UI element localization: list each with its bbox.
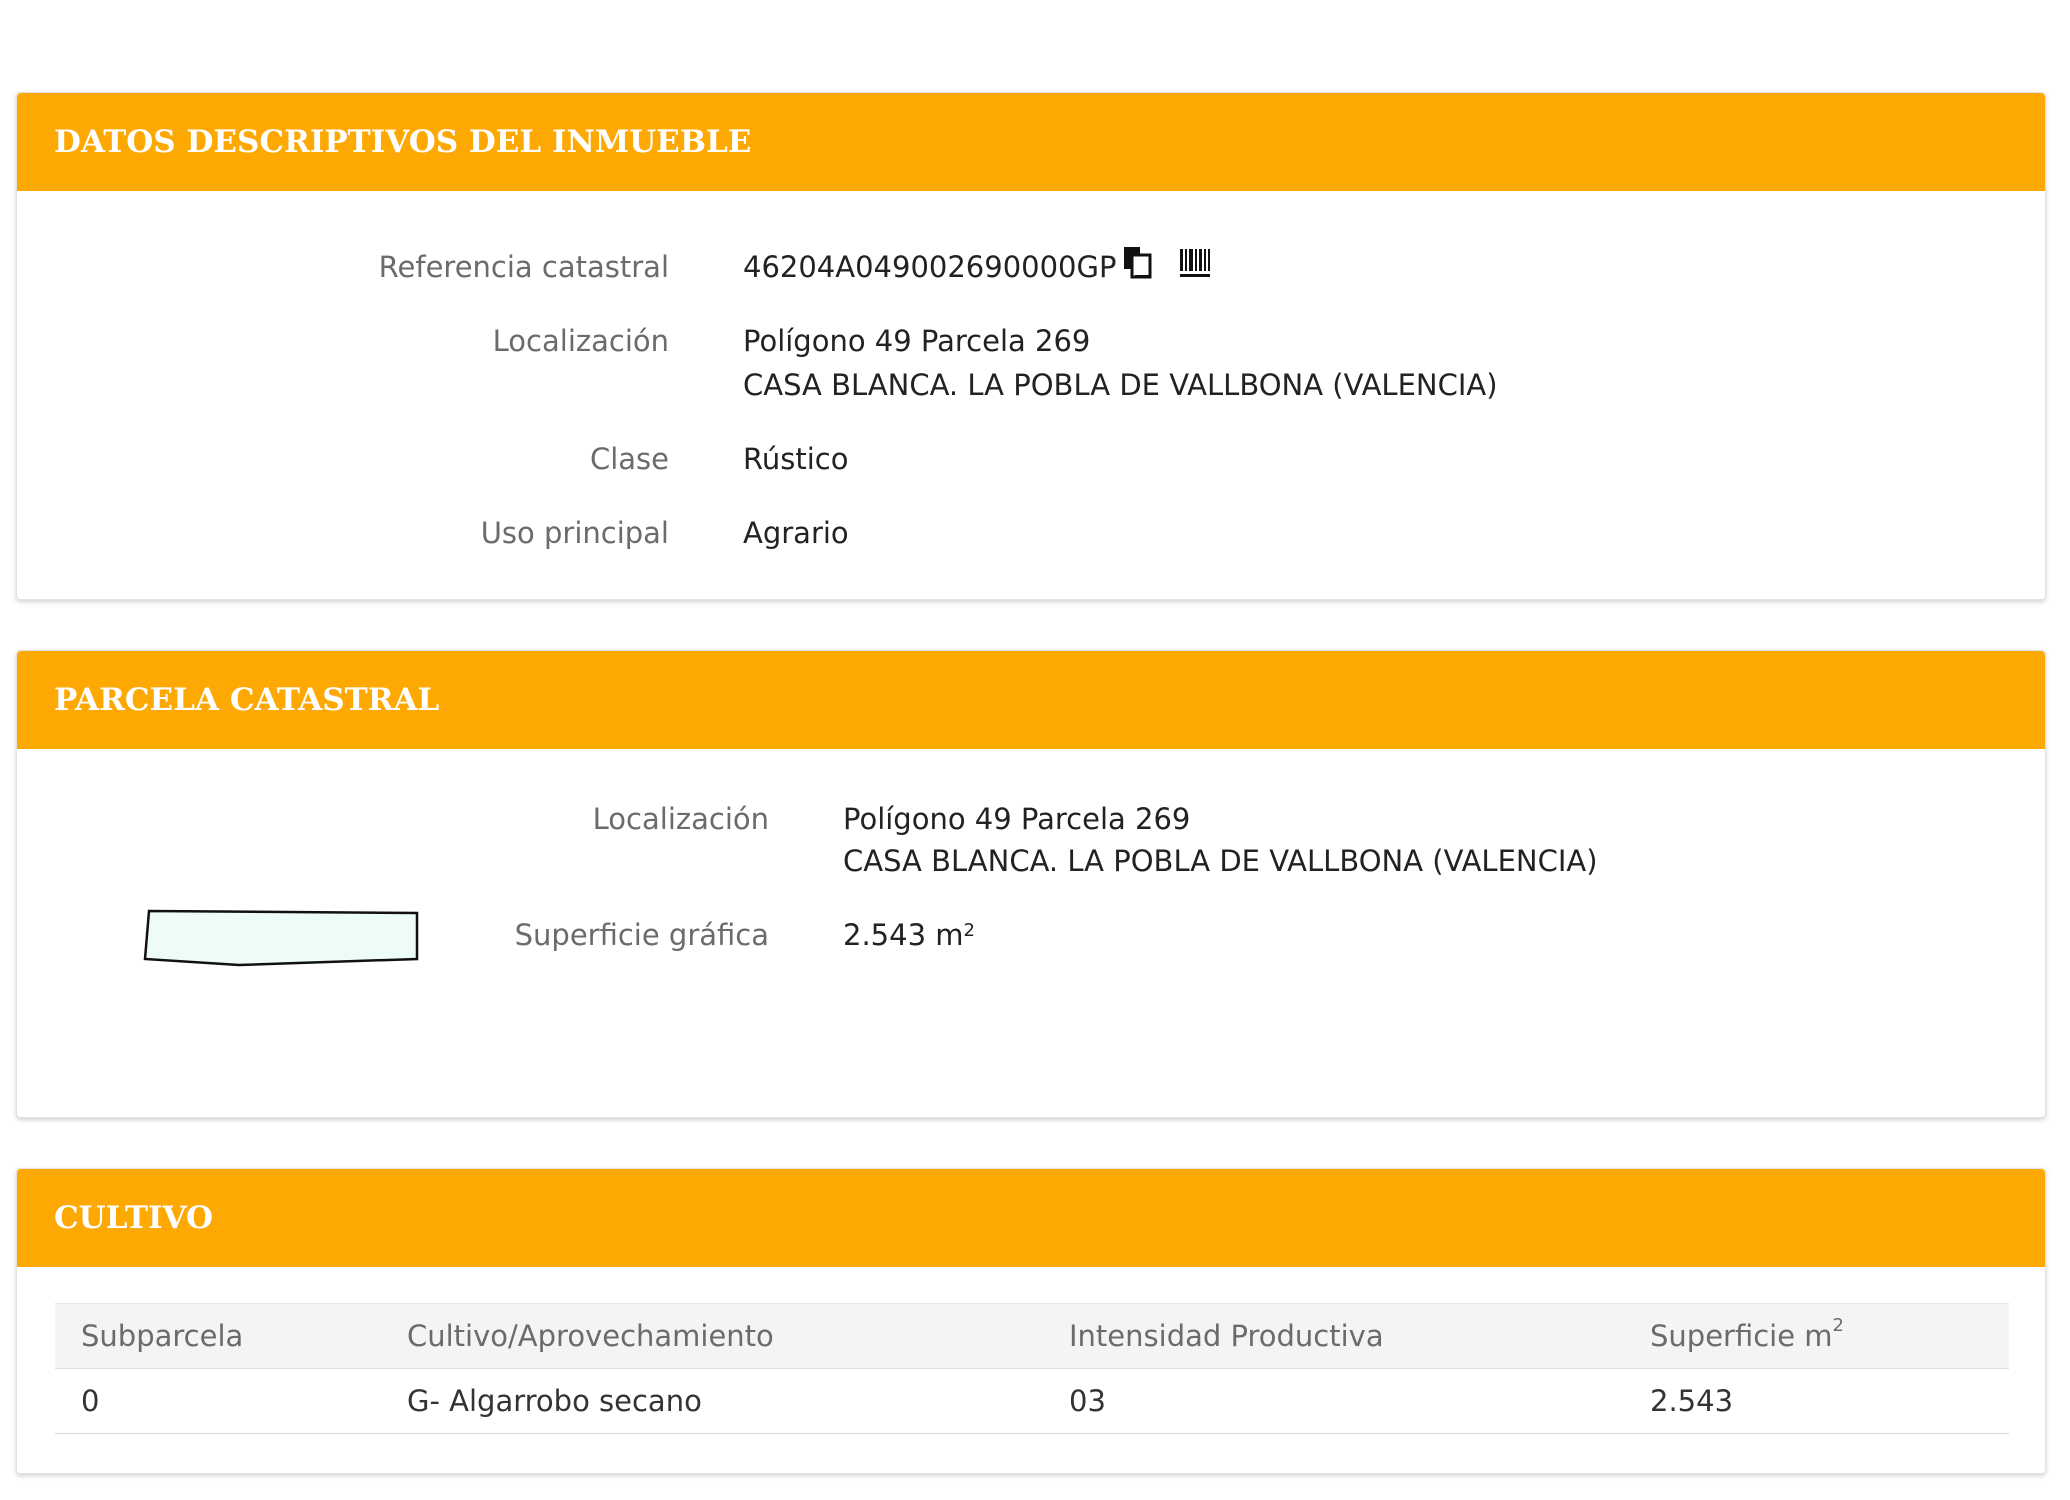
cultivo-title: CULTIVO: [54, 1200, 214, 1236]
parcela-catastral-header: PARCELA CATASTRAL: [17, 651, 2045, 749]
cultivo-panel: CULTIVO Subparcela Cultivo/Aprovechamien…: [16, 1168, 2046, 1474]
localizacion-line1: Polígono 49 Parcela 269: [743, 324, 1091, 358]
col-superficie: Superficie m2: [1624, 1303, 2009, 1369]
datos-descriptivos-header: DATOS DESCRIPTIVOS DEL INMUEBLE: [17, 93, 2045, 191]
parcela-catastral-panel: PARCELA CATASTRAL Localización Polígono …: [16, 650, 2046, 1118]
superficie-grafica-exp: 2: [963, 920, 975, 941]
col-intensidad: Intensidad Productiva: [1043, 1303, 1624, 1369]
barcode-icon[interactable]: [1178, 245, 1212, 293]
col-superficie-exp: 2: [1832, 1315, 1844, 1336]
uso-principal-value: Agrario: [743, 516, 849, 550]
col-superficie-label: Superficie m: [1650, 1319, 1833, 1353]
table-row: 0 G- Algarrobo secano 03 2.543: [55, 1368, 2009, 1434]
col-subparcela: Subparcela: [55, 1303, 381, 1369]
parcela-localizacion-line1: Polígono 49 Parcela 269: [843, 802, 1191, 836]
cell-superficie: 2.543: [1624, 1368, 2009, 1434]
cell-intensidad: 03: [1043, 1368, 1624, 1434]
uso-principal-label: Uso principal: [480, 516, 669, 550]
superficie-grafica-label: Superficie gráfica: [514, 918, 769, 952]
cultivo-table: Subparcela Cultivo/Aprovechamiento Inten…: [55, 1303, 2009, 1434]
cell-cultivo: G- Algarrobo secano: [381, 1368, 1043, 1434]
col-cultivo: Cultivo/Aprovechamiento: [381, 1303, 1043, 1369]
localizacion-line2: CASA BLANCA. LA POBLA DE VALLBONA (VALEN…: [743, 368, 1498, 402]
cell-subparcela: 0: [55, 1368, 381, 1434]
referencia-catastral-value: 46204A049002690000GP: [743, 245, 1212, 293]
referencia-catastral-text[interactable]: 46204A049002690000GP: [743, 250, 1116, 284]
parcela-localizacion-line2: CASA BLANCA. LA POBLA DE VALLBONA (VALEN…: [843, 844, 1598, 878]
parcela-catastral-title: PARCELA CATASTRAL: [54, 682, 440, 718]
parcela-localizacion-label: Localización: [592, 802, 769, 836]
clase-label: Clase: [589, 442, 669, 476]
superficie-grafica-value: 2.543 m2: [843, 913, 975, 957]
cultivo-header: CULTIVO: [17, 1169, 2045, 1267]
superficie-grafica-number: 2.543 m: [843, 918, 964, 952]
localizacion-label: Localización: [492, 324, 669, 358]
cultivo-header-row: Subparcela Cultivo/Aprovechamiento Inten…: [55, 1303, 2009, 1369]
datos-descriptivos-title: DATOS DESCRIPTIVOS DEL INMUEBLE: [54, 124, 752, 160]
copy-icon[interactable]: [1122, 245, 1156, 293]
datos-descriptivos-panel: DATOS DESCRIPTIVOS DEL INMUEBLE Referenc…: [16, 92, 2046, 600]
clase-value: Rústico: [743, 442, 849, 476]
referencia-catastral-label: Referencia catastral: [378, 250, 669, 284]
